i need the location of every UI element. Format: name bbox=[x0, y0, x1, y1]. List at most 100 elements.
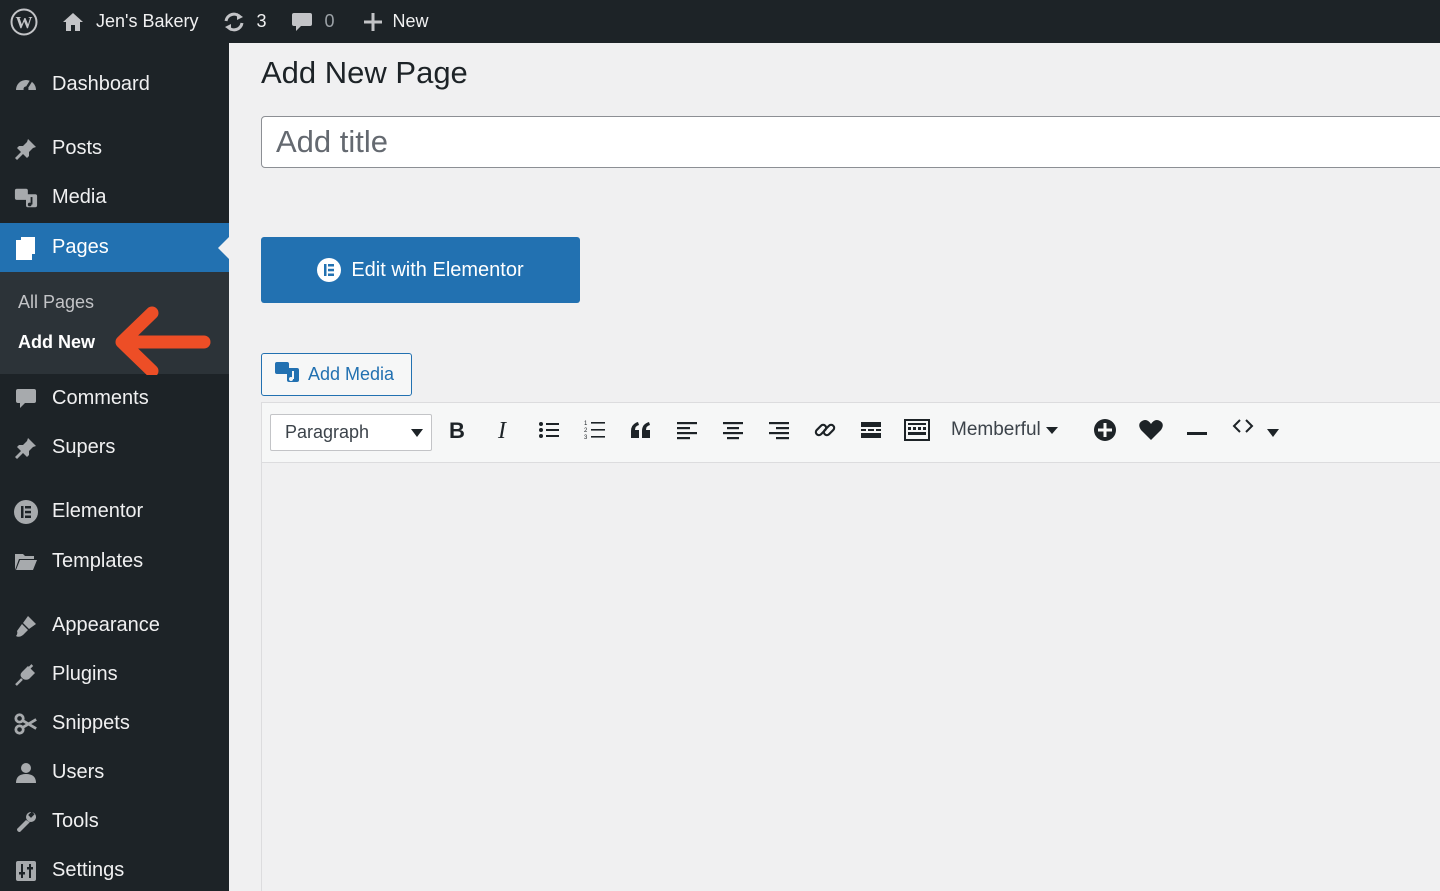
wordpress-logo-icon[interactable]: W bbox=[0, 0, 48, 43]
sidebar-item-tools[interactable]: Tools bbox=[0, 797, 229, 846]
sidebar-item-label: Media bbox=[52, 186, 107, 208]
italic-button[interactable]: I bbox=[487, 417, 517, 447]
new-content-link[interactable]: New bbox=[363, 0, 429, 43]
bulleted-list-button[interactable] bbox=[534, 417, 564, 447]
media-icon bbox=[274, 360, 300, 389]
folder-icon bbox=[14, 550, 38, 574]
svg-text:1: 1 bbox=[584, 421, 588, 427]
sidebar-item-appearance[interactable]: Appearance bbox=[0, 601, 229, 650]
sidebar-item-settings[interactable]: Settings bbox=[0, 846, 229, 891]
link-icon bbox=[813, 418, 837, 447]
sidebar-item-label: Supers bbox=[52, 436, 116, 458]
sidebar-item-plugins[interactable]: Plugins bbox=[0, 650, 229, 699]
blockquote-button[interactable] bbox=[626, 417, 656, 447]
submenu-all-pages[interactable]: All Pages bbox=[18, 292, 94, 313]
classic-editor: Paragraph B I 123 Memberful bbox=[261, 402, 1440, 891]
memberful-menu[interactable]: Memberful bbox=[951, 419, 1059, 441]
svg-text:2: 2 bbox=[584, 428, 588, 434]
memberful-label: Memberful bbox=[951, 419, 1041, 440]
sidebar-item-templates[interactable]: Templates bbox=[0, 537, 229, 586]
code-button[interactable] bbox=[1228, 413, 1258, 443]
add-media-label: Add Media bbox=[308, 364, 395, 384]
more-dropdown-button[interactable] bbox=[1258, 419, 1288, 449]
svg-text:I: I bbox=[497, 420, 507, 440]
italic-icon: I bbox=[494, 418, 510, 445]
align-center-button[interactable] bbox=[718, 417, 748, 447]
post-title-input[interactable] bbox=[261, 116, 1440, 168]
updates-link[interactable]: 3 bbox=[222, 0, 267, 43]
media-icon bbox=[14, 186, 38, 210]
submenu-add-new[interactable]: Add New bbox=[18, 332, 95, 353]
editor-content-area[interactable] bbox=[262, 463, 1440, 891]
add-media-button[interactable]: Add Media bbox=[261, 353, 412, 396]
home-icon bbox=[62, 12, 84, 32]
plus-icon bbox=[363, 12, 383, 32]
site-name-link[interactable]: Jen's Bakery bbox=[62, 0, 198, 43]
page-title: Add New Page bbox=[261, 55, 468, 90]
plug-icon bbox=[14, 663, 38, 687]
admin-bar: W Jen's Bakery 3 0 New bbox=[0, 0, 1440, 43]
pages-icon bbox=[14, 236, 38, 260]
annotation-arrow-icon bbox=[112, 305, 212, 380]
insert-button[interactable] bbox=[1090, 417, 1120, 447]
sidebar-item-comments[interactable]: Comments bbox=[0, 374, 229, 423]
brush-icon bbox=[14, 614, 38, 638]
toolbar-toggle-button[interactable] bbox=[902, 417, 932, 447]
horizontal-line-icon bbox=[1187, 423, 1207, 441]
sidebar-item-posts[interactable]: Posts bbox=[0, 124, 229, 173]
paragraph-format-select[interactable]: Paragraph bbox=[270, 414, 432, 451]
refresh-icon bbox=[222, 11, 246, 33]
heart-icon bbox=[1138, 419, 1164, 446]
sliders-icon bbox=[14, 859, 38, 883]
scissors-icon bbox=[14, 712, 38, 736]
svg-text:W: W bbox=[16, 13, 33, 32]
horizontal-line-button[interactable] bbox=[1182, 417, 1212, 447]
sidebar-item-label: Settings bbox=[52, 859, 125, 881]
bold-icon: B bbox=[449, 418, 465, 445]
comments-link[interactable]: 0 bbox=[291, 0, 335, 43]
edit-with-elementor-label: Edit with Elementor bbox=[351, 258, 524, 281]
sidebar-item-label: Templates bbox=[52, 550, 144, 572]
sidebar-item-label: Comments bbox=[52, 387, 149, 409]
align-left-button[interactable] bbox=[672, 417, 702, 447]
edit-with-elementor-button[interactable]: Edit with Elementor bbox=[261, 237, 580, 303]
svg-text:3: 3 bbox=[584, 435, 588, 441]
comment-icon bbox=[14, 387, 38, 411]
sidebar-item-users[interactable]: Users bbox=[0, 748, 229, 797]
sidebar-item-media[interactable]: Media bbox=[0, 173, 229, 222]
pin-icon bbox=[14, 436, 38, 460]
align-right-icon bbox=[768, 420, 790, 445]
pin-icon bbox=[14, 137, 38, 161]
heart-button[interactable] bbox=[1136, 417, 1166, 447]
numbered-list-icon: 123 bbox=[584, 419, 606, 446]
new-label: New bbox=[392, 11, 429, 31]
sidebar-item-label: Snippets bbox=[52, 712, 130, 734]
read-more-button[interactable] bbox=[856, 417, 886, 447]
dropdown-arrow-icon bbox=[1267, 425, 1279, 443]
code-icon bbox=[1232, 418, 1254, 439]
bold-button[interactable]: B bbox=[442, 417, 472, 447]
dashboard-icon bbox=[14, 73, 38, 97]
numbered-list-button[interactable]: 123 bbox=[580, 417, 610, 447]
sidebar-item-snippets[interactable]: Snippets bbox=[0, 699, 229, 748]
align-left-icon bbox=[676, 420, 698, 445]
format-select-value: Paragraph bbox=[285, 422, 370, 442]
comments-count: 0 bbox=[324, 11, 335, 31]
sidebar-item-label: Appearance bbox=[52, 614, 160, 636]
dropdown-arrow-icon bbox=[411, 422, 423, 443]
updates-count: 3 bbox=[256, 11, 267, 31]
sidebar-item-elementor[interactable]: Elementor bbox=[0, 487, 229, 536]
user-icon bbox=[14, 761, 38, 785]
sidebar-item-pages[interactable]: Pages bbox=[0, 223, 229, 272]
bulleted-list-icon bbox=[538, 420, 560, 445]
sidebar-item-label: Posts bbox=[52, 137, 103, 159]
sidebar-item-supers[interactable]: Supers bbox=[0, 423, 229, 472]
sidebar-item-dashboard[interactable]: Dashboard bbox=[0, 60, 229, 109]
read-more-icon bbox=[860, 420, 882, 445]
editor-toolbar: Paragraph B I 123 Memberful bbox=[262, 403, 1440, 463]
main-content: Add New Page Edit with Elementor Add Med… bbox=[229, 43, 1440, 891]
current-page-indicator bbox=[218, 237, 229, 259]
sidebar-item-label: Pages bbox=[52, 236, 109, 258]
insert-link-button[interactable] bbox=[810, 417, 840, 447]
align-right-button[interactable] bbox=[764, 417, 794, 447]
